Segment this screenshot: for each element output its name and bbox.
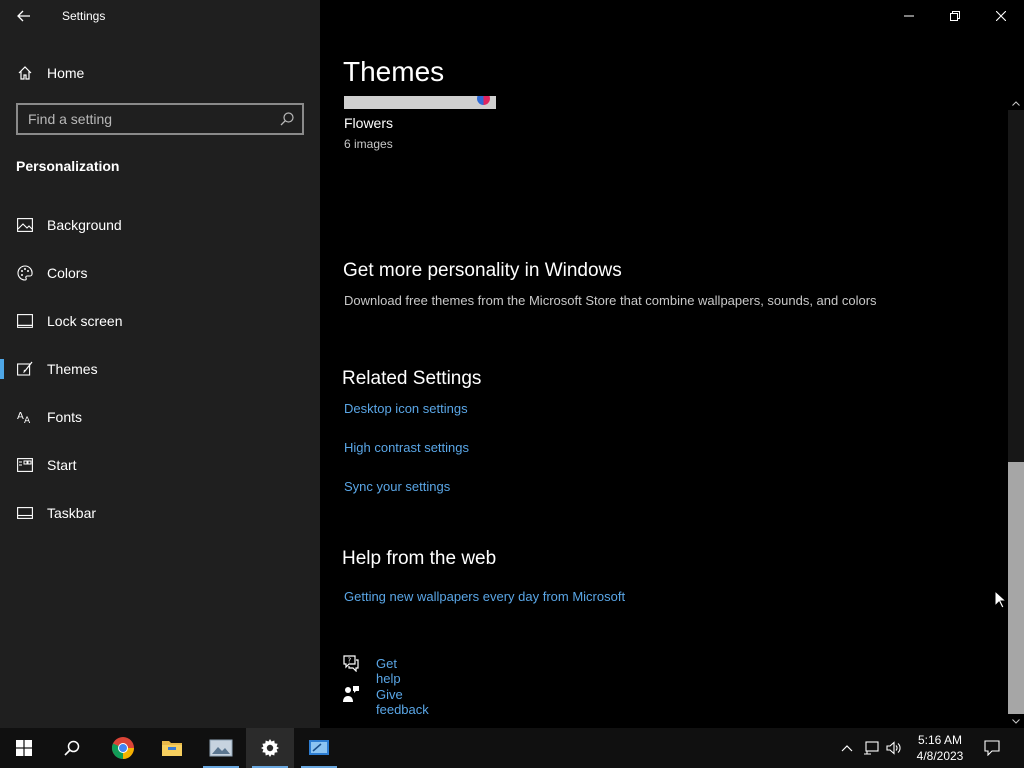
mouse-cursor-icon bbox=[994, 590, 1008, 609]
restore-button[interactable] bbox=[932, 0, 978, 32]
settings-icon bbox=[261, 739, 279, 757]
high-contrast-settings-link[interactable]: High contrast settings bbox=[344, 440, 469, 455]
taskbar-settings[interactable] bbox=[246, 728, 294, 768]
vertical-scrollbar[interactable] bbox=[1008, 96, 1024, 728]
taskbar: 5:16 AM 4/8/2023 bbox=[0, 728, 1024, 768]
network-button[interactable] bbox=[863, 740, 879, 756]
get-help-link[interactable]: Get help bbox=[376, 656, 401, 686]
sync-settings-link[interactable]: Sync your settings bbox=[344, 479, 450, 494]
palette-icon bbox=[16, 265, 34, 281]
sidebar-item-colors[interactable]: Colors bbox=[0, 253, 320, 293]
title-bar: Settings bbox=[0, 0, 320, 32]
sidebar-item-label: Themes bbox=[47, 361, 98, 377]
sidebar-item-fonts[interactable]: AA Fonts bbox=[0, 397, 320, 437]
file-explorer-icon bbox=[162, 741, 182, 756]
desktop-icon-settings-link[interactable]: Desktop icon settings bbox=[344, 401, 468, 416]
chrome-icon bbox=[112, 737, 134, 759]
network-icon bbox=[864, 741, 879, 755]
action-center-button[interactable] bbox=[984, 740, 1000, 756]
clock-time: 5:16 AM bbox=[917, 733, 963, 747]
back-button[interactable] bbox=[8, 4, 40, 28]
more-personality-heading: Get more personality in Windows bbox=[343, 260, 622, 281]
get-help-icon: ? bbox=[343, 655, 359, 672]
theme-color-dot bbox=[477, 96, 490, 105]
search-icon bbox=[64, 740, 80, 756]
sidebar-item-background[interactable]: Background bbox=[0, 205, 320, 245]
related-settings-heading: Related Settings bbox=[342, 368, 482, 389]
close-button[interactable] bbox=[978, 0, 1024, 32]
new-wallpapers-link[interactable]: Getting new wallpapers every day from Mi… bbox=[344, 589, 625, 604]
windows-start-icon bbox=[16, 740, 32, 756]
clock[interactable]: 5:16 AM 4/8/2023 bbox=[912, 732, 968, 764]
lock-screen-icon bbox=[16, 313, 34, 329]
start-menu-icon bbox=[16, 457, 34, 473]
taskbar-file-explorer[interactable] bbox=[148, 728, 196, 768]
more-personality-description: Download free themes from the Microsoft … bbox=[344, 293, 877, 308]
taskbar-icon bbox=[16, 505, 34, 521]
sidebar-item-label: Fonts bbox=[47, 409, 83, 425]
search-icon[interactable] bbox=[280, 112, 294, 126]
page-title: Themes bbox=[343, 56, 445, 87]
taskbar-search-button[interactable] bbox=[48, 728, 96, 768]
nav-home[interactable]: Home bbox=[0, 53, 320, 93]
sidebar-item-lock-screen[interactable]: Lock screen bbox=[0, 301, 320, 341]
selection-indicator bbox=[0, 359, 4, 379]
show-hidden-icons-button[interactable] bbox=[839, 740, 855, 756]
remote-desktop-icon bbox=[309, 740, 329, 755]
minimize-button[interactable] bbox=[886, 0, 932, 32]
minimize-icon bbox=[904, 15, 914, 17]
sidebar-item-label: Background bbox=[47, 217, 122, 233]
volume-button[interactable] bbox=[886, 740, 902, 756]
feedback-icon bbox=[343, 686, 359, 702]
sidebar: Settings Home Personalization Background… bbox=[0, 0, 320, 728]
taskbar-picture-viewer[interactable] bbox=[197, 728, 245, 768]
picture-viewer-icon bbox=[209, 739, 233, 757]
brush-icon bbox=[16, 361, 34, 377]
app-title: Settings bbox=[62, 9, 106, 23]
window-controls bbox=[886, 0, 1024, 32]
sidebar-item-label: Lock screen bbox=[47, 313, 123, 329]
sidebar-item-label: Taskbar bbox=[47, 505, 97, 521]
sidebar-item-label: Start bbox=[47, 457, 77, 473]
close-icon bbox=[996, 11, 1006, 21]
chevron-down-icon bbox=[1012, 718, 1020, 724]
scroll-thumb[interactable] bbox=[1008, 462, 1024, 714]
section-title: Personalization bbox=[16, 158, 120, 174]
scroll-down-button[interactable] bbox=[1008, 714, 1024, 728]
restore-icon bbox=[950, 11, 960, 21]
give-feedback-link[interactable]: Give feedback bbox=[376, 687, 429, 717]
start-button[interactable] bbox=[0, 728, 48, 768]
svg-text:A: A bbox=[17, 411, 24, 422]
sidebar-item-themes[interactable]: Themes bbox=[0, 349, 320, 389]
chevron-up-icon bbox=[1012, 100, 1020, 106]
theme-thumbnail[interactable] bbox=[344, 96, 496, 109]
scroll-track[interactable] bbox=[1008, 110, 1024, 714]
svg-text:?: ? bbox=[348, 657, 352, 665]
search-box[interactable] bbox=[16, 103, 304, 135]
notification-icon bbox=[984, 740, 1000, 756]
svg-text:A: A bbox=[24, 416, 31, 424]
nav-home-label: Home bbox=[47, 65, 85, 81]
help-from-web-heading: Help from the web bbox=[342, 548, 497, 569]
theme-name: Flowers bbox=[344, 115, 394, 131]
clock-date: 4/8/2023 bbox=[916, 749, 964, 763]
chevron-up-icon bbox=[841, 745, 853, 752]
taskbar-remote-desktop[interactable] bbox=[295, 728, 343, 768]
sidebar-item-label: Colors bbox=[47, 265, 88, 281]
volume-icon bbox=[886, 741, 901, 755]
back-arrow-icon bbox=[17, 10, 30, 22]
sidebar-item-taskbar[interactable]: Taskbar bbox=[0, 493, 320, 533]
theme-image-count: 6 images bbox=[344, 137, 393, 151]
font-icon: AA bbox=[16, 409, 34, 425]
taskbar-chrome[interactable] bbox=[99, 728, 147, 768]
image-icon bbox=[16, 217, 34, 233]
home-icon bbox=[16, 65, 34, 81]
sidebar-item-start[interactable]: Start bbox=[0, 445, 320, 485]
search-input[interactable] bbox=[28, 105, 268, 133]
scroll-up-button[interactable] bbox=[1008, 96, 1024, 110]
